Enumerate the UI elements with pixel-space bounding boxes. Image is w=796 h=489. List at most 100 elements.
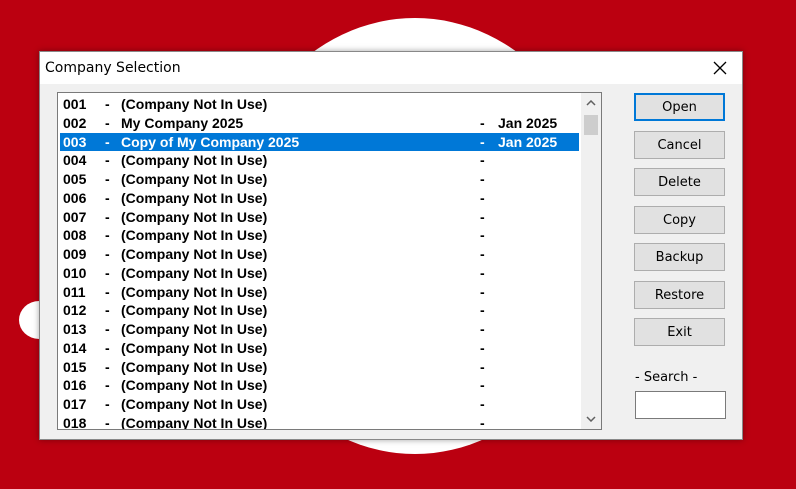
company-separator: - — [480, 283, 485, 300]
company-separator: - — [480, 208, 485, 225]
company-row[interactable]: 003- Copy of My Company 2025- Jan 2025 — [60, 132, 579, 152]
company-separator: - — [105, 302, 110, 319]
company-separator: - — [480, 227, 485, 244]
scrollbar[interactable] — [581, 93, 601, 429]
company-separator: - — [480, 114, 485, 131]
company-separator: - — [480, 377, 485, 394]
scrollbar-thumb[interactable] — [584, 115, 598, 135]
company-row[interactable]: 008- (Company Not In Use) - — [60, 226, 579, 245]
company-row[interactable]: 007- (Company Not In Use) - — [60, 208, 579, 227]
company-row[interactable]: 001 - (Company Not In Use) — [60, 95, 579, 114]
company-date: Jan 2025 — [498, 114, 558, 131]
company-number: 002 — [63, 114, 87, 131]
company-name: (Company Not In Use) — [121, 321, 268, 337]
company-number: 014 — [63, 339, 87, 356]
company-name: (Company Not In Use) — [121, 396, 268, 412]
company-row[interactable]: 012- (Company Not In Use) - — [60, 301, 579, 320]
company-separator: - — [105, 171, 110, 187]
company-number: 005 — [63, 171, 87, 187]
company-name: My Company 2025 — [121, 114, 244, 131]
delete-button[interactable]: Delete — [634, 168, 725, 196]
company-separator: - — [105, 321, 110, 337]
company-separator: - — [105, 152, 110, 169]
company-separator: - — [105, 208, 110, 225]
company-separator: - — [480, 396, 485, 412]
company-separator: - — [105, 114, 110, 131]
dialog-title: Company Selection — [45, 60, 181, 76]
company-name: (Company Not In Use) — [121, 189, 268, 206]
company-number: 009 — [63, 246, 87, 262]
company-row[interactable]: 010- (Company Not In Use) - — [60, 264, 579, 283]
company-selection-dialog: Company Selection 001- (Company Not In Us… — [39, 51, 743, 440]
company-separator: - — [480, 152, 485, 169]
company-separator: - — [480, 358, 485, 375]
company-row[interactable]: 011- (Company Not In Use) - — [60, 283, 579, 302]
company-row[interactable]: 006- (Company Not In Use) - — [60, 189, 579, 208]
company-number: 015 — [63, 358, 87, 375]
company-number: 012 — [63, 302, 87, 319]
company-separator: - — [105, 96, 110, 112]
company-number: 018 — [63, 414, 87, 430]
company-separator: - — [105, 377, 110, 394]
copy-button[interactable]: Copy — [634, 206, 725, 234]
company-name: (Company Not In Use) — [121, 246, 268, 262]
company-row[interactable]: 004- (Company Not In Use) - — [60, 151, 579, 170]
company-row[interactable]: 015- (Company Not In Use) - — [60, 358, 579, 377]
company-row[interactable]: 018- (Company Not In Use) - — [60, 414, 579, 430]
company-separator: - — [480, 171, 485, 187]
company-separator: - — [480, 246, 485, 262]
company-separator: - — [480, 321, 485, 337]
company-number: 006 — [63, 189, 87, 206]
company-separator: - — [105, 414, 110, 430]
company-name: (Company Not In Use) — [121, 414, 268, 430]
company-separator: - — [480, 302, 485, 319]
company-separator: - — [480, 264, 485, 281]
chevron-up-icon — [586, 100, 596, 106]
exit-button[interactable]: Exit — [634, 318, 725, 346]
company-separator: - — [105, 189, 110, 206]
company-row[interactable]: 005- (Company Not In Use) - — [60, 170, 579, 189]
company-name: (Company Not In Use) — [121, 227, 268, 244]
company-separator: - — [105, 264, 110, 281]
company-number: 001 — [63, 96, 87, 112]
company-number: 003 — [63, 133, 87, 150]
company-name: (Company Not In Use) — [121, 339, 268, 356]
company-list[interactable]: 001- (Company Not In Use) 002- My Company 2… — [57, 92, 602, 430]
company-number: 011 — [63, 283, 86, 300]
company-row[interactable]: 014- (Company Not In Use) - — [60, 339, 579, 358]
company-name: (Company Not In Use) — [121, 152, 268, 169]
scroll-up-button[interactable] — [581, 93, 601, 113]
company-row[interactable]: 009- (Company Not In Use) - — [60, 245, 579, 264]
company-separator: - — [105, 246, 110, 262]
chevron-down-icon — [586, 416, 596, 422]
search-label: - Search - — [635, 370, 698, 385]
company-number: 010 — [63, 264, 87, 281]
scroll-down-button[interactable] — [581, 409, 601, 429]
title-bar: Company Selection — [40, 52, 742, 84]
close-button[interactable] — [698, 52, 742, 84]
company-name: (Company Not In Use) — [121, 208, 268, 225]
company-separator: - — [105, 396, 110, 412]
company-name: (Company Not In Use) — [121, 358, 268, 375]
company-name: (Company Not In Use) — [121, 171, 268, 187]
company-row[interactable]: 016- (Company Not In Use) - — [60, 376, 579, 395]
company-row[interactable]: 013- (Company Not In Use) - — [60, 320, 579, 339]
company-name: Copy of My Company 2025 — [121, 133, 300, 150]
company-separator: - — [480, 133, 485, 150]
backup-button[interactable]: Backup — [634, 243, 725, 271]
company-name: (Company Not In Use) — [121, 264, 268, 281]
company-separator: - — [480, 189, 485, 206]
company-name: (Company Not In Use) — [121, 302, 268, 319]
company-name: (Company Not In Use) — [121, 377, 268, 394]
company-separator: - — [105, 227, 110, 244]
close-icon — [713, 61, 727, 75]
company-row[interactable]: 002- My Company 2025- Jan 2025 — [60, 114, 579, 133]
company-list-rows: 001- (Company Not In Use) 002- My Company 2… — [60, 95, 579, 430]
open-button[interactable]: Open — [634, 93, 725, 121]
company-separator: - — [105, 133, 110, 150]
company-row[interactable]: 017- (Company Not In Use) - — [60, 395, 579, 414]
search-input[interactable] — [635, 391, 726, 419]
company-number: 008 — [63, 227, 87, 244]
cancel-button[interactable]: Cancel — [634, 131, 725, 159]
restore-button[interactable]: Restore — [634, 281, 725, 309]
